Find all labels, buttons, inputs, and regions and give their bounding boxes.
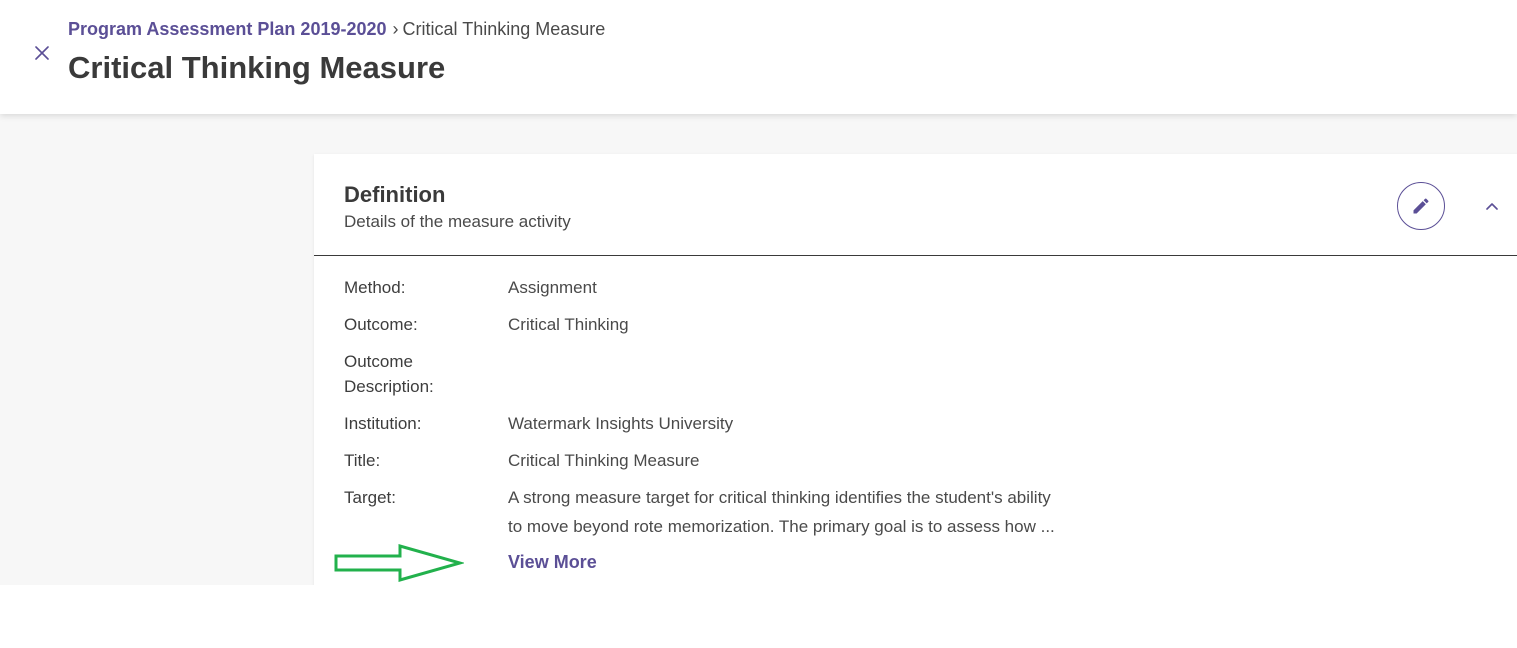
pencil-icon <box>1413 198 1429 214</box>
edit-button[interactable] <box>1397 182 1445 230</box>
green-outline-arrow-icon <box>334 544 464 582</box>
breadcrumb-separator: › <box>392 19 399 39</box>
title-value: Critical Thinking Measure <box>508 451 700 470</box>
close-icon <box>35 46 49 60</box>
breadcrumb: Program Assessment Plan 2019-2020 › Critic… <box>68 18 605 40</box>
method-value: Assignment <box>508 278 597 297</box>
institution-value: Watermark Insights University <box>508 414 734 433</box>
target-value-line2: to move beyond rote memorization. The pr… <box>508 517 1055 536</box>
card-title: Definition <box>344 182 446 207</box>
page-title: Critical Thinking Measure <box>68 50 446 85</box>
breadcrumb-parent-link[interactable]: Program Assessment Plan 2019-2020 <box>68 19 387 39</box>
breadcrumb-current: Critical Thinking Measure <box>402 19 606 39</box>
outcome-description-label-line1: Outcome <box>344 352 413 371</box>
card-subtitle: Details of the measure activity <box>344 212 571 231</box>
page-header: Program Assessment Plan 2019-2020 › Critic… <box>0 0 1517 114</box>
view-more-link[interactable]: View More <box>508 550 597 574</box>
method-label: Method: <box>344 278 406 297</box>
institution-label: Institution: <box>344 414 422 433</box>
target-value-line1: A strong measure target for critical thi… <box>508 488 1051 507</box>
title-label: Title: <box>344 451 381 470</box>
chevron-up-icon <box>1486 203 1498 210</box>
outcome-description-label: Outcome Description: <box>344 349 484 399</box>
collapse-button[interactable] <box>1482 194 1502 218</box>
outcome-label: Outcome: <box>344 315 418 334</box>
target-label: Target: <box>344 488 396 507</box>
content-area: Definition Details of the measure activi… <box>0 114 1517 585</box>
definition-card: Definition Details of the measure activi… <box>314 154 1517 585</box>
outcome-value: Critical Thinking <box>508 315 629 334</box>
outcome-description-label-line2: Description: <box>344 377 434 396</box>
target-value: A strong measure target for critical thi… <box>508 483 1148 541</box>
card-header: Definition Details of the measure activi… <box>314 154 1517 256</box>
close-button[interactable] <box>31 42 53 64</box>
